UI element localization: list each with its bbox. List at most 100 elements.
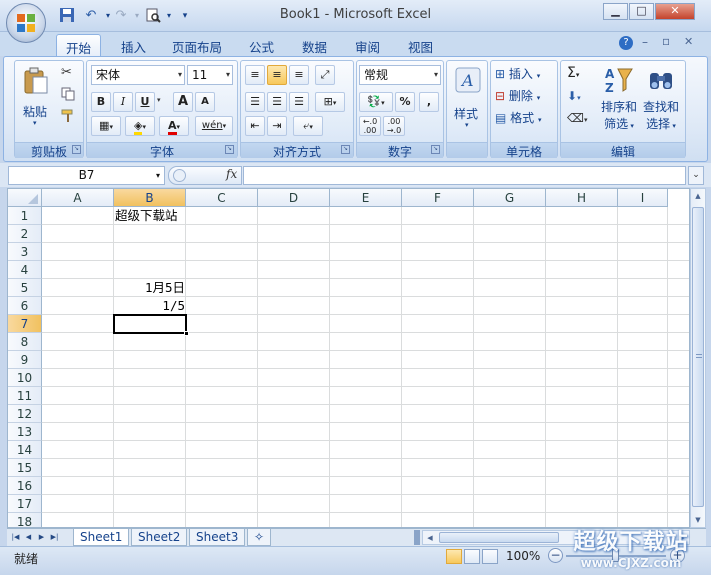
font-name-combo[interactable]: 宋体 ▾ xyxy=(91,65,185,85)
row-header-13[interactable]: 13 xyxy=(8,423,42,441)
align-right-button[interactable]: ☰ xyxy=(289,92,309,112)
select-all-corner[interactable] xyxy=(8,189,42,207)
tab-home[interactable]: 开始 xyxy=(56,34,102,56)
minimize-button[interactable]: ▁ xyxy=(603,3,628,20)
grow-font-button[interactable]: A xyxy=(173,92,193,112)
wrap-text-button[interactable]: ⤶▾ xyxy=(293,116,323,136)
underline-dropdown-icon[interactable]: ▾ xyxy=(157,96,161,104)
cell-b5[interactable]: 1月5日 xyxy=(115,279,187,297)
close-button[interactable]: ✕ xyxy=(655,3,695,20)
currency-button[interactable]: 💱▾ xyxy=(359,92,393,112)
name-box-dropdown-icon[interactable]: ▾ xyxy=(156,167,160,184)
row-header-4[interactable]: 4 xyxy=(8,261,42,279)
orientation-button[interactable]: ⤢ xyxy=(315,65,335,85)
align-bottom-button[interactable]: ≡ xyxy=(289,65,309,85)
column-header-h[interactable]: H xyxy=(546,189,618,207)
styles-button[interactable]: A 样式 ▾ xyxy=(451,65,485,135)
row-header-9[interactable]: 9 xyxy=(8,351,42,369)
office-button[interactable] xyxy=(6,3,46,43)
copy-icon[interactable] xyxy=(61,87,75,101)
tab-data[interactable]: 数据 xyxy=(293,34,336,56)
increase-indent-button[interactable]: ⇥ xyxy=(267,116,287,136)
percent-button[interactable]: % xyxy=(395,92,415,112)
cell-b6[interactable]: 1/5 xyxy=(115,297,187,315)
decrease-indent-button[interactable]: ⇤ xyxy=(245,116,265,136)
clipboard-launcher-icon[interactable]: ↘ xyxy=(72,145,81,154)
align-left-button[interactable]: ☰ xyxy=(245,92,265,112)
find-select-button[interactable]: 查找和 选择 ▾ xyxy=(641,65,681,137)
cut-icon[interactable]: ✂ xyxy=(61,65,72,80)
italic-button[interactable]: I xyxy=(113,92,133,112)
row-header-5[interactable]: 5 xyxy=(8,279,42,297)
row-header-17[interactable]: 17 xyxy=(8,495,42,513)
insert-function-button[interactable]: fx xyxy=(226,167,237,181)
tab-split-handle[interactable] xyxy=(414,530,420,545)
row-header-16[interactable]: 16 xyxy=(8,477,42,495)
align-middle-button[interactable]: ≡ xyxy=(267,65,287,85)
first-sheet-icon[interactable]: |◀ xyxy=(10,531,21,544)
autosum-button[interactable]: Σ▾ xyxy=(567,65,579,81)
alignment-launcher-icon[interactable]: ↘ xyxy=(341,145,350,154)
column-header-d[interactable]: D xyxy=(258,189,330,207)
column-header-g[interactable]: G xyxy=(474,189,546,207)
sheet-tab-sheet2[interactable]: Sheet2 xyxy=(131,529,188,546)
format-cells-button[interactable]: ▤ 格式 ▾ xyxy=(495,109,555,127)
align-center-button[interactable]: ☰ xyxy=(267,92,287,112)
prev-sheet-icon[interactable]: ◀ xyxy=(23,531,34,544)
row-header-3[interactable]: 3 xyxy=(8,243,42,261)
column-header-i[interactable]: I xyxy=(618,189,668,207)
help-icon[interactable]: ? xyxy=(619,36,633,50)
delete-cells-button[interactable]: ⊟ 删除 ▾ xyxy=(495,87,555,105)
column-header-e[interactable]: E xyxy=(330,189,402,207)
scroll-left-icon[interactable]: ◀ xyxy=(423,531,437,545)
row-header-12[interactable]: 12 xyxy=(8,405,42,423)
formula-expand-icon[interactable]: ⌄ xyxy=(688,166,704,185)
ribbon-restore-icon[interactable]: ▫ xyxy=(662,34,670,48)
font-color-button[interactable]: A▾ xyxy=(159,116,189,136)
column-header-b[interactable]: B xyxy=(114,189,186,207)
last-sheet-icon[interactable]: ▶| xyxy=(49,531,60,544)
shrink-font-button[interactable]: A xyxy=(195,92,215,112)
column-header-f[interactable]: F xyxy=(402,189,474,207)
row-header-2[interactable]: 2 xyxy=(8,225,42,243)
phonetic-button[interactable]: wén▾ xyxy=(195,116,233,136)
number-launcher-icon[interactable]: ↘ xyxy=(431,145,440,154)
row-header-14[interactable]: 14 xyxy=(8,441,42,459)
name-box[interactable]: B7 ▾ xyxy=(8,166,165,185)
increase-decimal-button[interactable]: ←.0.00 xyxy=(359,116,381,136)
underline-button[interactable]: U xyxy=(135,92,155,112)
format-painter-icon[interactable] xyxy=(61,109,75,123)
page-layout-view-icon[interactable] xyxy=(464,549,480,564)
cell-b1[interactable]: 超级下载站 xyxy=(115,207,178,225)
zoom-level[interactable]: 100% xyxy=(506,549,540,563)
sheet-tab-sheet3[interactable]: Sheet3 xyxy=(189,529,246,546)
tab-formulas[interactable]: 公式 xyxy=(240,34,283,56)
formula-cancel-icon[interactable] xyxy=(173,169,186,182)
maximize-button[interactable]: □ xyxy=(629,3,654,20)
formula-input[interactable] xyxy=(243,166,686,185)
clear-button[interactable]: ⌫▾ xyxy=(567,111,587,125)
sheet-tab-sheet1[interactable]: Sheet1 xyxy=(73,529,130,546)
horizontal-scroll-thumb[interactable] xyxy=(439,532,559,543)
insert-cells-button[interactable]: ⊞ 插入 ▾ xyxy=(495,65,555,83)
tab-insert[interactable]: 插入 xyxy=(112,34,155,56)
comma-button[interactable]: , xyxy=(419,92,439,112)
sort-filter-button[interactable]: AZ 排序和 筛选 ▾ xyxy=(599,65,639,137)
column-header-c[interactable]: C xyxy=(186,189,258,207)
number-format-combo[interactable]: 常规 ▾ xyxy=(359,65,441,85)
vertical-scrollbar[interactable]: ▲ ▼ xyxy=(690,188,706,528)
row-header-10[interactable]: 10 xyxy=(8,369,42,387)
merge-center-button[interactable]: ⊞▾ xyxy=(315,92,345,112)
column-header-a[interactable]: A xyxy=(42,189,114,207)
scroll-up-icon[interactable]: ▲ xyxy=(691,189,705,203)
worksheet-grid[interactable]: ABCDEFGHI 1 2 3 4 5 6 7 8 9 10 11 12 13 14 15 16 17 18 超级… xyxy=(7,188,690,528)
font-launcher-icon[interactable]: ↘ xyxy=(225,145,234,154)
tab-review[interactable]: 审阅 xyxy=(346,34,389,56)
align-top-button[interactable]: ≡ xyxy=(245,65,265,85)
font-size-combo[interactable]: 11 ▾ xyxy=(187,65,233,85)
ribbon-minimize-icon[interactable]: – xyxy=(642,35,648,49)
row-header-8[interactable]: 8 xyxy=(8,333,42,351)
row-header-18[interactable]: 18 xyxy=(8,513,42,527)
next-sheet-icon[interactable]: ▶ xyxy=(36,531,47,544)
fill-handle[interactable] xyxy=(184,331,189,336)
